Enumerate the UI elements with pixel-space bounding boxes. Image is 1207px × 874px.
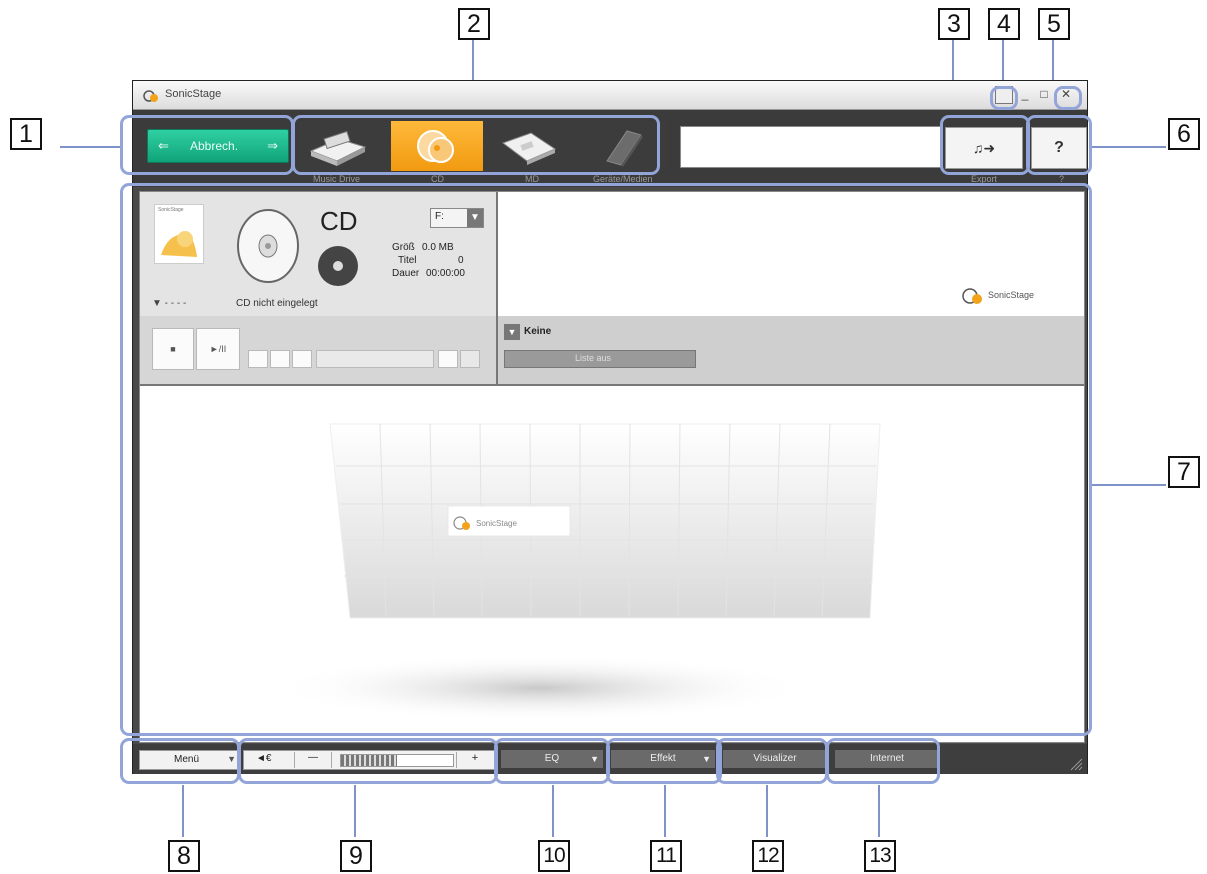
highlight-help	[1026, 115, 1092, 175]
callout-9: 9	[340, 840, 372, 872]
highlight-effect	[606, 738, 722, 784]
callout-3: 3	[938, 8, 970, 40]
title-bar: SonicStage _ □ ✕	[133, 81, 1087, 110]
resize-grip-icon[interactable]	[1067, 755, 1083, 771]
info-display-field	[680, 126, 942, 168]
connector-10	[552, 785, 554, 837]
callout-11: 11	[650, 840, 682, 872]
highlight-main	[120, 183, 1092, 736]
callout-6: 6	[1168, 118, 1200, 150]
window-title: SonicStage	[165, 88, 222, 100]
highlight-visualizer	[716, 738, 828, 784]
callout-1: 1	[10, 118, 42, 150]
connector-13	[878, 785, 880, 837]
callout-13: 13	[864, 840, 896, 872]
connector-12	[766, 785, 768, 837]
highlight-switch-view	[120, 115, 294, 175]
callout-2: 2	[458, 8, 490, 40]
callout-7: 7	[1168, 456, 1200, 488]
highlight-export	[940, 115, 1030, 175]
highlight-volume	[238, 738, 498, 784]
callout-12: 12	[752, 840, 784, 872]
sonicstage-logo-icon	[143, 90, 158, 102]
connector-9	[354, 785, 356, 837]
connector-1	[60, 146, 122, 148]
minimize-button[interactable]: _	[1017, 86, 1033, 102]
highlight-close	[1054, 86, 1082, 110]
connector-6	[1092, 146, 1166, 148]
connector-11	[664, 785, 666, 837]
maximize-button[interactable]: □	[1036, 86, 1052, 102]
connector-7	[1092, 484, 1166, 486]
highlight-mode-toggle	[990, 86, 1018, 110]
callout-10: 10	[538, 840, 570, 872]
highlight-eq	[494, 738, 610, 784]
highlight-modes	[292, 115, 660, 175]
highlight-menu	[120, 738, 240, 784]
connector-8	[182, 785, 184, 837]
callout-5: 5	[1038, 8, 1070, 40]
callout-4: 4	[988, 8, 1020, 40]
callout-8: 8	[168, 840, 200, 872]
highlight-internet	[826, 738, 940, 784]
